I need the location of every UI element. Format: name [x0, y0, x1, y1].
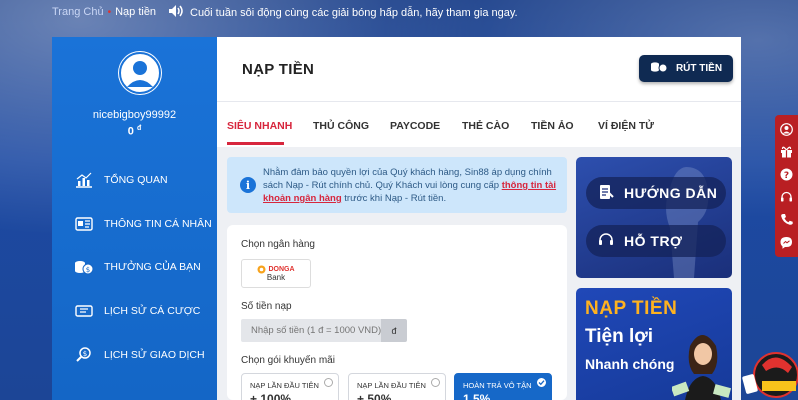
deposit-promo-banner[interactable]: NẠP TIỀN Tiện lợi Nhanh chóng	[576, 288, 732, 400]
avatar[interactable]	[118, 51, 162, 95]
main-panel: NẠP TIỀN RÚT TIỀN SIÊU NHANH THỦ CÔNG PA…	[217, 37, 741, 400]
tab-scratch-card[interactable]: THẺ CÀO	[462, 120, 509, 132]
main-header: NẠP TIỀN RÚT TIỀN	[217, 37, 741, 101]
bank-name-bottom: Bank	[266, 273, 286, 282]
messenger-icon[interactable]	[780, 236, 794, 250]
sidebar-item-bet-history[interactable]: LỊCH SỬ CÁ CƯỢC	[74, 302, 200, 320]
balance: 0 đ	[52, 125, 217, 138]
search-money-icon: $	[74, 346, 94, 364]
speaker-icon	[168, 4, 184, 21]
banner-line2: Tiện lợi	[585, 326, 654, 347]
balance-currency: đ	[136, 125, 142, 132]
headset-icon[interactable]	[780, 190, 794, 204]
svg-text:?: ?	[784, 171, 789, 181]
merlion-decoration	[666, 167, 709, 278]
announcement-text: Cuối tuần sôi động cùng các giải bóng hấ…	[190, 6, 518, 19]
notice-text: Nhằm đảm bảo quyền lợi của Quý khách hàn…	[263, 166, 557, 205]
support-button[interactable]: HỖ TRỢ	[586, 225, 726, 257]
sidebar-item-profile[interactable]: THÔNG TIN CÁ NHÂN	[74, 215, 212, 233]
promo-title: HOÀN TRẢ VÔ TẬN	[463, 381, 532, 390]
guide-label: HƯỚNG DẪN	[624, 185, 718, 201]
tab-super-fast[interactable]: SIÊU NHANH	[227, 120, 292, 132]
sidebar-item-label: THÔNG TIN CÁ NHÂN	[104, 218, 212, 230]
mini-game-icon	[742, 352, 798, 398]
donga-logo-icon	[257, 265, 266, 274]
sidebar-item-label: THƯỞNG CỦA BẠN	[104, 261, 201, 273]
tab-crypto[interactable]: TIỀN ẢO	[531, 120, 574, 132]
withdraw-button[interactable]: RÚT TIỀN	[639, 55, 733, 82]
promo-value: + 100%	[250, 392, 292, 400]
active-tab-indicator	[227, 142, 284, 145]
promo-title: NẠP LẦN ĐẦU TIÊN	[250, 381, 319, 390]
promo-option-first-50[interactable]: NẠP LẦN ĐẦU TIÊN + 50%	[348, 373, 446, 400]
amount-label: Số tiền nạp	[241, 301, 292, 312]
promo-value: + 50%	[357, 392, 392, 400]
tab-e-wallet[interactable]: VÍ ĐIỆN TỬ	[598, 120, 654, 132]
svg-text:$: $	[83, 350, 87, 358]
headset-icon	[598, 232, 614, 251]
user-icon[interactable]	[780, 122, 794, 136]
banner-line1: NẠP TIỀN	[585, 298, 678, 319]
promo-option-cashback[interactable]: HOÀN TRẢ VÔ TẬN 1,5%	[454, 373, 552, 400]
id-card-icon	[74, 215, 94, 233]
sidebar-item-label: LỊCH SỬ CÁ CƯỢC	[104, 305, 201, 317]
promo-label: Chọn gói khuyến mãi	[241, 355, 335, 366]
tab-manual[interactable]: THỦ CÔNG	[313, 120, 369, 132]
page-title: NẠP TIỀN	[242, 61, 315, 78]
amount-unit: đ	[381, 319, 407, 342]
bank-name-top: DONGA	[268, 266, 295, 273]
bank-label: Chọn ngân hàng	[241, 239, 315, 250]
ticket-icon	[74, 302, 94, 320]
banner-line3: Nhanh chóng	[585, 356, 675, 372]
chart-icon	[74, 171, 94, 189]
model-illustration	[672, 335, 732, 400]
sidebar-item-overview[interactable]: TỔNG QUAN	[74, 171, 168, 189]
balance-value: 0	[127, 125, 134, 138]
money-icon	[650, 60, 668, 77]
support-label: HỖ TRỢ	[624, 233, 683, 249]
notice-box: i Nhằm đảm bảo quyền lợi của Quý khách h…	[227, 157, 567, 213]
breadcrumb-separator: •	[107, 6, 112, 18]
notice-text-after: trước khi Nạp - Rút tiền.	[341, 193, 447, 204]
help-card: HƯỚNG DẪN HỖ TRỢ	[576, 157, 732, 278]
breadcrumb-home[interactable]: Trang Chủ	[52, 6, 104, 18]
bank-option-donga[interactable]: DONGA Bank	[241, 259, 311, 288]
phone-icon[interactable]	[780, 213, 794, 227]
user-avatar-icon	[119, 52, 161, 94]
radio-icon	[431, 378, 440, 387]
info-icon: i	[240, 177, 256, 193]
promo-value: 1,5%	[463, 392, 491, 400]
sidebar-item-rewards[interactable]: $ THƯỞNG CỦA BẠN	[74, 258, 201, 276]
deposit-method-tabs: SIÊU NHANH THỦ CÔNG PAYCODE THẺ CÀO TIỀN…	[217, 101, 741, 147]
sidebar-item-label: LỊCH SỬ GIAO DỊCH	[104, 349, 205, 361]
mini-game-widget[interactable]	[742, 345, 798, 400]
announcement: Cuối tuần sôi động cùng các giải bóng hấ…	[168, 4, 518, 21]
withdraw-label: RÚT TIỀN	[675, 63, 723, 74]
promo-title: NẠP LẦN ĐẦU TIÊN	[357, 381, 426, 390]
tab-paycode[interactable]: PAYCODE	[390, 120, 440, 132]
sidebar-item-label: TỔNG QUAN	[104, 174, 168, 186]
gift-icon[interactable]	[780, 145, 794, 159]
amount-input[interactable]	[241, 319, 381, 342]
breadcrumb: Trang Chủ • Nạp tiền	[52, 6, 156, 18]
coins-icon: $	[74, 258, 94, 276]
side-dock: ?	[775, 115, 798, 257]
deposit-form: Chọn ngân hàng DONGA Bank Số tiền nạp đ …	[227, 225, 567, 400]
check-icon	[537, 378, 546, 387]
promo-option-first-100[interactable]: NẠP LẦN ĐẦU TIÊN + 100%	[241, 373, 339, 400]
username: nicebigboy99992	[92, 109, 177, 121]
guide-button[interactable]: HƯỚNG DẪN	[586, 177, 726, 209]
top-bar: Trang Chủ • Nạp tiền Cuối tuần sôi động …	[0, 0, 798, 26]
radio-icon	[324, 378, 333, 387]
sidebar: nicebigboy99992 0 đ TỔNG QUAN THÔNG TIN …	[52, 37, 217, 400]
breadcrumb-current: Nạp tiền	[115, 6, 157, 18]
svg-text:$: $	[86, 266, 90, 274]
sidebar-item-transaction-history[interactable]: $ LỊCH SỬ GIAO DỊCH	[74, 346, 205, 364]
guide-icon	[598, 184, 614, 203]
question-icon[interactable]: ?	[780, 168, 794, 182]
